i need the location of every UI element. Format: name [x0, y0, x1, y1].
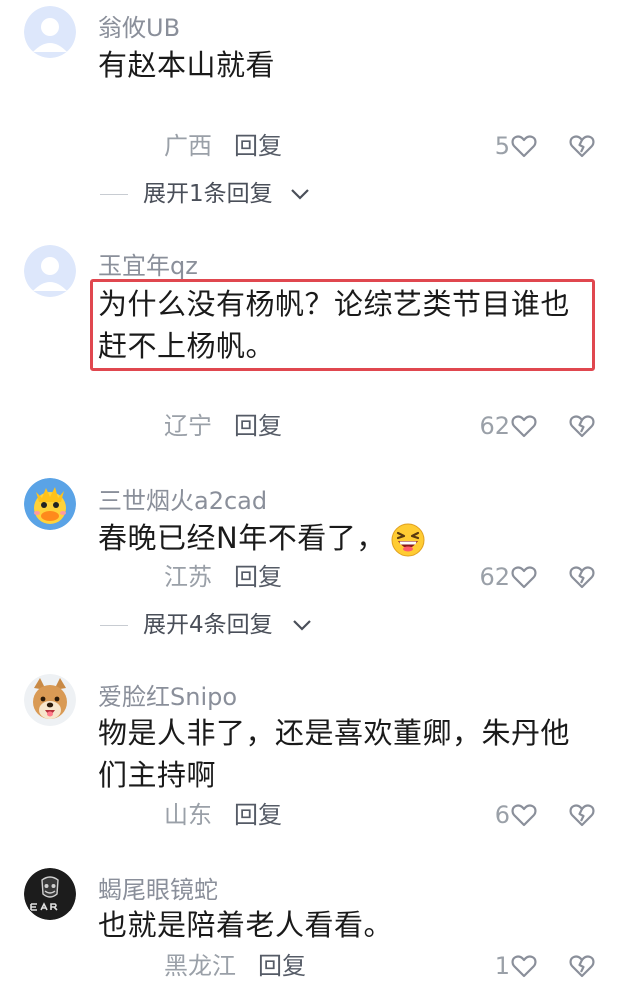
reply-button[interactable]: 回复	[258, 950, 306, 982]
region-label: 江苏	[164, 563, 212, 591]
comment-text-content: 春晚已经N年不看了，	[98, 521, 386, 555]
expand-replies-label: 展开1条回复	[143, 181, 273, 207]
comment-text: 物是人非了，还是喜欢董卿，朱丹他们主持啊	[98, 716, 571, 792]
like-count: 5	[494, 132, 510, 160]
reply-button[interactable]: 回复	[234, 561, 282, 593]
like-count: 62	[479, 563, 510, 591]
comment-text: 春晚已经N年不看了，	[98, 517, 593, 559]
avatar[interactable]	[24, 674, 76, 726]
username[interactable]: 三世烟火a2cad	[98, 481, 267, 516]
comment-meta: 辽宁 回复 62	[0, 410, 625, 442]
divider-line	[100, 625, 128, 626]
like-count: 6	[494, 801, 510, 829]
username[interactable]: 玉宜年qz	[98, 246, 198, 281]
broken-heart-icon[interactable]	[568, 132, 596, 160]
heart-outline-icon[interactable]	[510, 132, 538, 160]
region-label: 黑龙江	[164, 952, 236, 980]
like-count: 1	[494, 952, 510, 980]
username[interactable]: 蝎尾眼镜蛇	[98, 870, 218, 905]
region-label: 山东	[164, 801, 212, 829]
broken-heart-icon[interactable]	[568, 952, 596, 980]
comment-text: 有赵本山就看	[98, 48, 276, 82]
avatar[interactable]	[24, 6, 76, 58]
comment-text: 也就是陪着老人看看。	[98, 908, 394, 942]
broken-heart-icon[interactable]	[568, 412, 596, 440]
comment-meta: 江苏 回复 62	[0, 561, 625, 593]
username[interactable]: 爱脸红Snipo	[98, 677, 237, 712]
username[interactable]: 翁攸UB	[98, 8, 180, 43]
avatar[interactable]	[24, 478, 76, 530]
grinning-squinting-face-icon	[391, 523, 425, 557]
like-count: 62	[479, 412, 510, 440]
reply-button[interactable]: 回复	[234, 410, 282, 442]
comment-meta: 广西 回复 5	[0, 130, 625, 162]
broken-heart-icon[interactable]	[568, 563, 596, 591]
divider-line	[100, 194, 128, 195]
avatar[interactable]	[24, 245, 76, 297]
expand-replies-button[interactable]: 展开1条回复	[0, 178, 625, 210]
region-label: 广西	[164, 132, 212, 160]
heart-outline-icon[interactable]	[510, 952, 538, 980]
heart-outline-icon[interactable]	[510, 563, 538, 591]
chevron-down-icon	[293, 620, 311, 631]
region-label: 辽宁	[164, 412, 212, 440]
expand-replies-button[interactable]: 展开4条回复	[0, 609, 625, 641]
comment-meta: 黑龙江 回复 1	[0, 950, 625, 982]
expand-replies-label: 展开4条回复	[143, 612, 273, 638]
reply-button[interactable]: 回复	[234, 130, 282, 162]
heart-outline-icon[interactable]	[510, 801, 538, 829]
avatar[interactable]	[24, 868, 76, 920]
broken-heart-icon[interactable]	[568, 801, 596, 829]
heart-outline-icon[interactable]	[510, 412, 538, 440]
comment-meta: 山东 回复 6	[0, 799, 625, 831]
chevron-down-icon	[291, 189, 309, 200]
comment-text: 为什么没有杨帆？论综艺类节目谁也赶不上杨帆。	[98, 287, 571, 363]
reply-button[interactable]: 回复	[234, 799, 282, 831]
